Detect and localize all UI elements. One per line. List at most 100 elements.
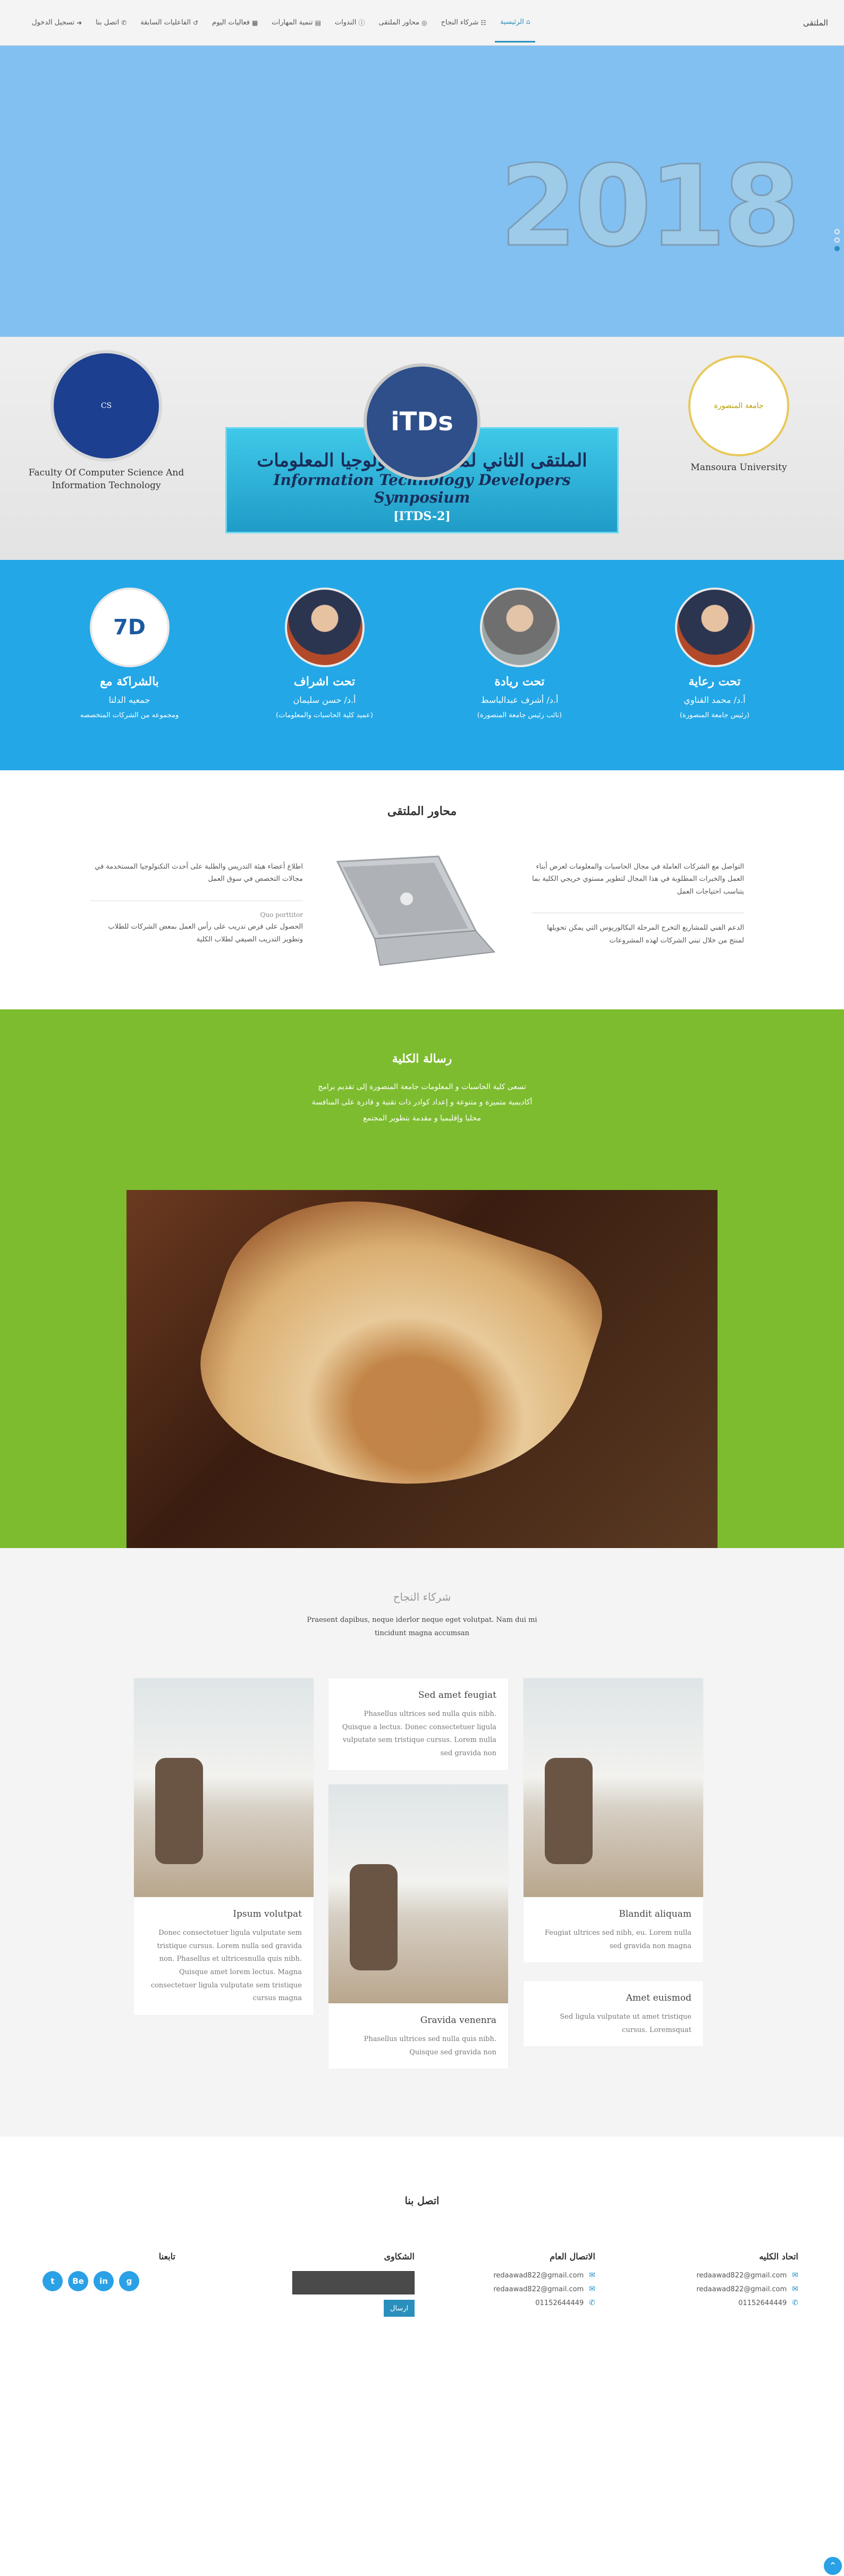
sponsor-name: أ.د/ محمد القناوي <box>683 695 746 705</box>
mail-icon: ✉ <box>589 2271 595 2280</box>
itds-logo-mark: iTDs <box>391 407 453 437</box>
slider-dot[interactable] <box>834 237 840 243</box>
sponsor-title: تحت اشراف <box>293 675 356 688</box>
nav-item[interactable]: ✆ اتصل بنا <box>90 3 132 42</box>
complaints-form: الشكاوى ارسال <box>282 2251 415 2317</box>
message-title: رسالة الكلية <box>392 1052 452 1066</box>
partner-card-body: Amet euismod Sed ligula vulputate ut amet… <box>524 1981 703 2046</box>
partner-card-body: Gravida venenra Phasellus ultrices sed nu… <box>328 2003 508 2069</box>
nav-item[interactable]: ☷ شركاء النجاح <box>436 3 492 42</box>
partner-card[interactable]: Sed amet feugiat Phasellus ultrices sed n… <box>328 1678 508 1770</box>
nav-item[interactable]: ⓘ الندوات <box>330 3 370 42</box>
general-contact: الاتصال العام ✉ redaawad822@gmail.com ✉ red… <box>462 2251 595 2313</box>
follow-title: تابعنا <box>158 2251 175 2262</box>
divider <box>90 900 303 901</box>
contact-line[interactable]: ✆ 01152644449 <box>462 2299 595 2307</box>
contact-line[interactable]: ✉ redaawad822@gmail.com <box>462 2285 595 2293</box>
nav-item-label: الفاعليات السابقة <box>140 19 191 27</box>
nav-item-label: تنمية المهارات <box>272 19 313 27</box>
nav-item[interactable]: ↺ الفاعليات السابقة <box>135 3 204 42</box>
sponsor-name: أ.د/ أشرف عبدالباسط <box>480 695 559 705</box>
partner-card-body: Sed amet feugiat Phasellus ultrices sed n… <box>328 1678 508 1770</box>
home-icon: ⌂ <box>526 18 530 25</box>
contact-line[interactable]: ✆ 01152644449 <box>665 2299 798 2307</box>
mansoura-logo: جامعة المنصورة <box>688 355 789 456</box>
contact-line[interactable]: ✉ redaawad822@gmail.com <box>665 2285 798 2293</box>
contact-value: redaawad822@gmail.com <box>493 2271 584 2280</box>
partner-card[interactable]: Gravida venenra Phasellus ultrices sed nu… <box>328 1784 508 2069</box>
slider-dot-active[interactable] <box>834 246 840 251</box>
calendar-icon: ▦ <box>251 19 258 27</box>
partner-card[interactable]: Amet euismod Sed ligula vulputate ut amet… <box>524 1981 703 2047</box>
fcs-logo: CS <box>50 350 162 462</box>
slider-dots <box>834 229 840 251</box>
nav-item[interactable]: ▦ فعاليات اليوم <box>207 3 263 42</box>
scroll-paper <box>178 1190 618 1538</box>
mansoura-logo-block: جامعة المنصورة Mansoura University <box>670 355 808 474</box>
contact-section: اتصل بنا اتحاد الكليه ✉ redaawad822@gmail… <box>0 2137 844 2576</box>
complaint-input[interactable] <box>292 2271 415 2294</box>
laptop-image <box>336 855 496 966</box>
mail-icon: ✉ <box>792 2285 798 2293</box>
sponsor-name: أ.د/ حسن سليمان <box>293 695 356 705</box>
partner-card-title: Gravida venenra <box>420 2015 496 2026</box>
follow-us: تابعنا t Be in g <box>43 2251 175 2291</box>
scroll-image <box>126 1190 718 1548</box>
scroll-to-top-icon[interactable]: ⌃ <box>824 2557 842 2575</box>
sponsor-role: (نائب رئيس جامعة المنصورة) <box>477 711 562 719</box>
partner-image <box>524 1678 703 1897</box>
sponsor-photo <box>674 588 755 667</box>
axis-text: التواصل مع الشركات العاملة في مجال الحاس… <box>532 863 744 896</box>
sponsor-title: بالشراكة مع <box>100 675 159 688</box>
linkedin-icon[interactable]: in <box>94 2271 114 2291</box>
nav-item-label: الرئيسية <box>500 18 524 26</box>
fcs-logo-block: CS Faculty Of Computer Science And Infor… <box>11 350 202 492</box>
contact-value: redaawad822@gmail.com <box>696 2271 787 2280</box>
partner-image <box>134 1678 314 1897</box>
phone-icon: ✆ <box>121 19 127 27</box>
contact-title: اتصل بنا <box>404 2195 440 2207</box>
contact-line[interactable]: ✉ redaawad822@gmail.com <box>665 2271 798 2280</box>
partner-card-title: Amet euismod <box>626 1993 691 2003</box>
briefcase-icon: ▤ <box>315 19 321 27</box>
bebo-icon[interactable]: Be <box>68 2271 88 2291</box>
nav-item-label: الندوات <box>334 19 357 27</box>
nav-item[interactable]: ➜ تسجيل الدخول <box>27 3 87 42</box>
partners-title: شركاء النجاح <box>393 1591 451 1603</box>
college-message-section: رسالة الكلية تسعى كلية الحاسبات و المعلو… <box>0 1009 844 1548</box>
slider-dot[interactable] <box>834 229 840 234</box>
sponsor-card: تحت اشراف أ.د/ حسن سليمان (عميد كلية الحاس… <box>245 588 404 719</box>
login-icon: ➜ <box>77 19 82 27</box>
nav-item[interactable]: ◎ محاور الملتقى <box>373 3 432 42</box>
hero-slider: 2018 <box>0 46 844 337</box>
complaints-title: الشكاوى <box>384 2251 415 2262</box>
partner-card-text: Phasellus ultrices sed nulla quis nibh. … <box>364 2035 496 2056</box>
partner-card-text: Feugiat ultrices sed nibh, eu. Lorem nul… <box>544 1929 691 1950</box>
axes-right-column: التواصل مع الشركات العاملة في مجال الحاس… <box>531 861 744 962</box>
contact-line[interactable]: ✉ redaawad822@gmail.com <box>462 2271 595 2280</box>
twitter-icon[interactable]: t <box>43 2271 63 2291</box>
itds-logo: iTDs <box>364 363 480 480</box>
delta-logo: 7D <box>89 588 170 667</box>
nav-item-label: فعاليات اليوم <box>212 19 250 27</box>
site-brand[interactable]: الملتقى <box>803 18 828 28</box>
contact-value: redaawad822@gmail.com <box>493 2285 584 2293</box>
sponsor-title: تحت رعاية <box>688 675 741 688</box>
google-plus-icon[interactable]: g <box>119 2271 139 2291</box>
college-contact: اتحاد الكليه ✉ redaawad822@gmail.com ✉ reda… <box>665 2251 798 2313</box>
sponsor-card: 7D بالشراكة مع جمعيه الدلتا ومجموعه من الشر… <box>50 588 209 719</box>
nav-item[interactable]: ⌂ الرئيسية <box>495 3 536 42</box>
send-button[interactable]: ارسال <box>384 2300 415 2317</box>
partner-card-body: Blandit aliquam Feugiat ultrices sed nibh… <box>524 1897 703 1962</box>
symposium-axes-section: محاور الملتقى اطلاع أعضاء هيئة التدريس و… <box>0 770 844 1009</box>
partner-card-title: Ipsum volutpat <box>233 1909 302 1919</box>
mail-icon: ✉ <box>589 2285 595 2293</box>
target-icon: ◎ <box>421 19 427 27</box>
axes-left-column: اطلاع أعضاء هيئة التدريس والطلبة على أحد… <box>90 861 303 960</box>
nav-item[interactable]: ▤ تنمية المهارات <box>266 3 326 42</box>
partners-lead: Praesent dapibus, neque iderlor neque eg… <box>307 1616 537 1637</box>
partner-card[interactable]: Ipsum volutpat Donec consectetuer ligula … <box>134 1678 314 2016</box>
message-text: تسعى كلية الحاسبات و المعلومات جامعة الم… <box>311 1083 533 1123</box>
sponsor-card: تحت ريادة أ.د/ أشرف عبدالباسط (نائب رئيس ج… <box>440 588 600 719</box>
partner-card[interactable]: Blandit aliquam Feugiat ultrices sed nibh… <box>524 1678 703 1963</box>
